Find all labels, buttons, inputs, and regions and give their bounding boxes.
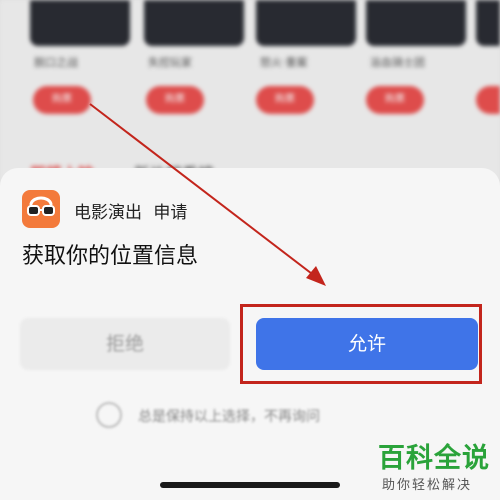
permission-title: 获取你的位置信息	[22, 244, 199, 269]
watermark-title: 百科全说	[378, 443, 490, 474]
deny-button[interactable]: 拒绝	[20, 318, 230, 370]
remember-choice-label: 总是保持以上选择，不再询问	[138, 409, 320, 425]
app-name: 电影演出	[74, 203, 142, 223]
requesting-app-label: 电影演出 申请	[74, 198, 187, 223]
radio-unchecked-icon[interactable]	[96, 402, 122, 428]
request-label: 申请	[153, 203, 188, 223]
watermark-subtitle: 助你轻松解决	[382, 478, 473, 493]
annotation-highlight-box	[240, 304, 482, 384]
watermark-logo: 百科全说 助你轻松解决	[370, 436, 492, 494]
remember-choice-option[interactable]: 总是保持以上选择，不再询问	[96, 400, 416, 430]
glasses-icon	[22, 190, 60, 228]
home-indicator[interactable]	[160, 482, 340, 488]
